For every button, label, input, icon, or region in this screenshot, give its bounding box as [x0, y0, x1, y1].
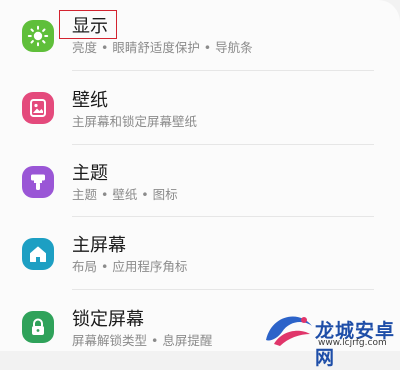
settings-item-themes[interactable]: 主题 主题 • 壁纸 • 图标 [0, 146, 400, 216]
settings-item-subtitle: 主题 • 壁纸 • 图标 [72, 187, 178, 202]
settings-item-title: 主题 [72, 163, 108, 184]
settings-item-subtitle: 屏幕解锁类型 • 息屏提醒 [72, 333, 213, 348]
divider [72, 289, 374, 290]
settings-list: 显示 亮度 • 眼睛舒适度保护 • 导航条 壁纸 主屏幕和锁定屏幕壁纸 主题 主… [0, 0, 400, 369]
image-icon [22, 92, 54, 124]
home-icon [22, 238, 54, 270]
divider [72, 70, 374, 71]
settings-item-subtitle: 布局 • 应用程序角标 [72, 259, 188, 274]
divider [72, 144, 374, 145]
settings-item-wallpaper[interactable]: 壁纸 主屏幕和锁定屏幕壁纸 [0, 72, 400, 142]
watermark-logo: 龙城安卓网 www.lcjrfg.com [260, 300, 400, 369]
settings-item-title: 锁定屏幕 [72, 309, 144, 330]
sun-icon [22, 20, 54, 52]
settings-item-home-screen[interactable]: 主屏幕 布局 • 应用程序角标 [0, 218, 400, 288]
settings-item-subtitle: 主屏幕和锁定屏幕壁纸 [72, 114, 198, 129]
settings-item-title: 主屏幕 [72, 235, 126, 256]
watermark-url: www.lcjrfg.com [318, 338, 387, 348]
divider [72, 216, 374, 217]
highlight-box [59, 10, 117, 39]
settings-item-subtitle: 亮度 • 眼睛舒适度保护 • 导航条 [72, 40, 253, 55]
lock-icon [22, 311, 54, 343]
settings-item-title: 壁纸 [72, 90, 108, 111]
paint-brush-icon [22, 166, 54, 198]
